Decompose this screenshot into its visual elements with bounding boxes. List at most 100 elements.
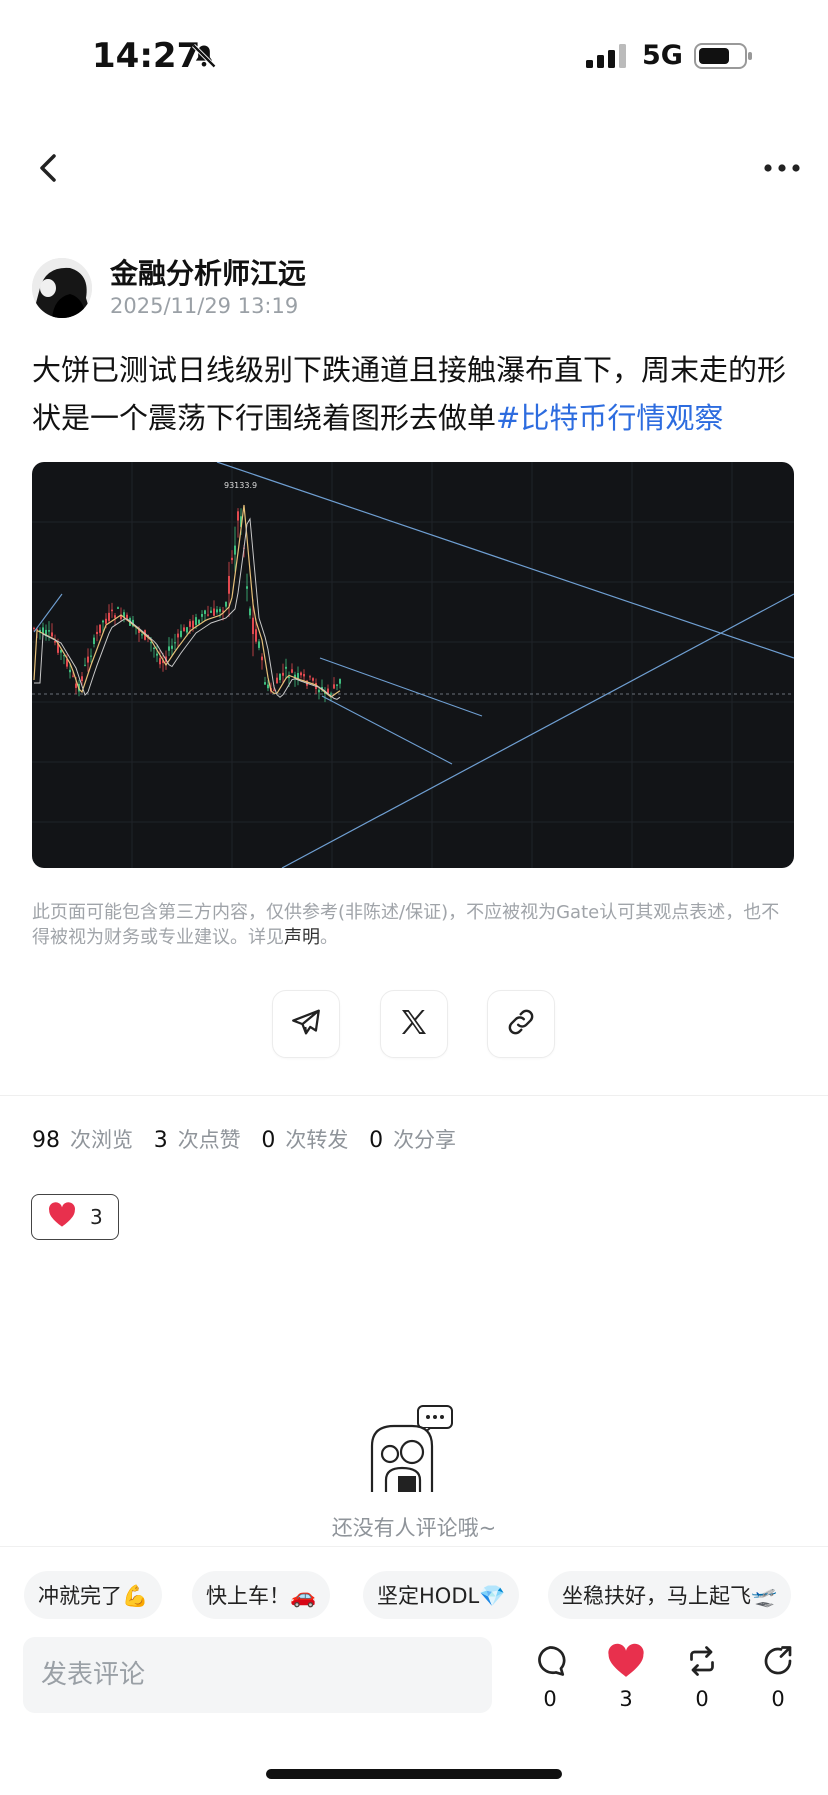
candle-body bbox=[192, 620, 194, 628]
network-label: 5G bbox=[642, 40, 683, 71]
candle-body bbox=[168, 646, 170, 651]
candle-body bbox=[297, 673, 299, 679]
candle-body bbox=[210, 610, 212, 613]
candle-body bbox=[261, 656, 263, 661]
avatar[interactable] bbox=[32, 258, 92, 318]
candle-body bbox=[309, 676, 311, 678]
candle-body bbox=[69, 669, 71, 673]
heart-icon bbox=[607, 1643, 645, 1683]
candle-body bbox=[339, 678, 341, 684]
share-link-button[interactable] bbox=[487, 990, 555, 1058]
candle-body bbox=[87, 656, 89, 663]
candle-body bbox=[237, 511, 239, 521]
candle-body bbox=[219, 608, 221, 612]
empty-comments-text: 还没有人评论哦~ bbox=[331, 1516, 497, 1540]
candle-body bbox=[93, 637, 95, 644]
divider bbox=[0, 1095, 828, 1096]
ma-line-1 bbox=[33, 504, 341, 698]
signal-icon bbox=[586, 44, 630, 72]
candle-body bbox=[330, 693, 332, 695]
candle-body bbox=[276, 677, 278, 684]
candle-body bbox=[246, 586, 248, 589]
empty-comments-illustration bbox=[368, 1404, 458, 1494]
candle-body bbox=[288, 676, 290, 679]
candle-body bbox=[111, 609, 113, 612]
candle-body bbox=[102, 620, 104, 623]
candle-body bbox=[96, 631, 98, 635]
likes-label: 次点赞 bbox=[177, 1128, 241, 1152]
comment-icon bbox=[532, 1646, 568, 1683]
hashtag-link[interactable]: #比特币行情观察 bbox=[496, 401, 723, 435]
author-name[interactable]: 金融分析师江远 bbox=[110, 252, 306, 292]
repost-action[interactable]: 0 bbox=[674, 1643, 730, 1713]
share-telegram-button[interactable] bbox=[272, 990, 340, 1058]
share-icon bbox=[760, 1646, 796, 1683]
candle-body bbox=[267, 684, 269, 689]
quick-reply-chip[interactable]: 快上车！🚗 bbox=[192, 1571, 331, 1619]
candle-body bbox=[255, 629, 257, 642]
post-timestamp: 2025/11/29 13:19 bbox=[110, 294, 299, 318]
disclaimer: 此页面可能包含第三方内容，仅供参考(非陈述/保证)，不应被视为Gate认可其观点… bbox=[32, 900, 792, 950]
chart-peak-label: 93133.9 bbox=[224, 481, 257, 490]
candle-body bbox=[84, 664, 86, 666]
candle-body bbox=[198, 619, 200, 624]
candle-body bbox=[264, 682, 266, 685]
battery-icon bbox=[694, 42, 754, 74]
candle-body bbox=[114, 615, 116, 618]
candle-body bbox=[33, 627, 35, 629]
like-count: 3 bbox=[619, 1687, 633, 1711]
candle-body bbox=[282, 672, 284, 676]
candle-body bbox=[336, 684, 338, 686]
chart-screenshot[interactable]: 93133.9 bbox=[32, 462, 794, 868]
disclaimer-text: 此页面可能包含第三方内容，仅供参考(非陈述/保证)，不应被视为Gate认可其观点… bbox=[32, 902, 780, 948]
reaction-chip[interactable]: 3 bbox=[31, 1194, 119, 1240]
candle-body bbox=[228, 576, 230, 594]
candle-body bbox=[117, 607, 119, 609]
candle-body bbox=[195, 617, 197, 625]
candle-body bbox=[186, 627, 188, 633]
shares-count: 0 bbox=[369, 1128, 384, 1153]
candle-body bbox=[312, 678, 314, 681]
candle-body bbox=[234, 545, 236, 555]
like-action[interactable]: 3 bbox=[598, 1643, 654, 1713]
disclaimer-link[interactable]: 声明 bbox=[284, 927, 320, 948]
share-x-button[interactable] bbox=[380, 990, 448, 1058]
reaction-count: 3 bbox=[90, 1205, 103, 1229]
candle-body bbox=[183, 627, 185, 632]
candle-body bbox=[249, 608, 251, 616]
candle-body bbox=[258, 641, 260, 648]
comment-action[interactable]: 0 bbox=[522, 1643, 578, 1713]
candle-body bbox=[285, 666, 287, 669]
candle-body bbox=[90, 655, 92, 657]
candle-body bbox=[201, 614, 203, 617]
candle-body bbox=[108, 612, 110, 621]
candle-body bbox=[300, 672, 302, 676]
telegram-icon bbox=[289, 1005, 323, 1043]
quick-reply-chip[interactable]: 坐稳扶好，马上起飞🛫 bbox=[548, 1571, 792, 1619]
quick-reply-chip[interactable]: 坚定HODL💎 bbox=[363, 1571, 520, 1619]
candle-body bbox=[105, 618, 107, 624]
quick-reply-chip[interactable]: 冲就完了💪 bbox=[24, 1571, 163, 1619]
bell-muted-icon bbox=[190, 42, 218, 74]
status-time: 14:27 bbox=[92, 36, 201, 76]
heart-icon bbox=[48, 1202, 76, 1232]
candle-body bbox=[231, 557, 233, 561]
candle-body bbox=[99, 624, 101, 633]
candle-body bbox=[180, 630, 182, 637]
candle-body bbox=[333, 684, 335, 689]
views-count: 98 bbox=[32, 1128, 60, 1153]
comment-input[interactable] bbox=[23, 1637, 492, 1713]
candle-body bbox=[213, 608, 215, 616]
candle-body bbox=[204, 610, 206, 614]
back-icon[interactable] bbox=[30, 146, 70, 190]
candle-body bbox=[252, 617, 254, 635]
share-action[interactable]: 0 bbox=[750, 1643, 806, 1713]
candle-body bbox=[72, 675, 74, 677]
author-header: 金融分析师江远 2025/11/29 13:19 bbox=[32, 252, 792, 322]
ma-line-2 bbox=[34, 517, 341, 700]
candle-body bbox=[189, 621, 191, 627]
candles bbox=[33, 508, 341, 703]
more-icon[interactable] bbox=[760, 152, 804, 184]
candle-body bbox=[150, 642, 152, 644]
disclaimer-suffix: 。 bbox=[320, 927, 338, 948]
